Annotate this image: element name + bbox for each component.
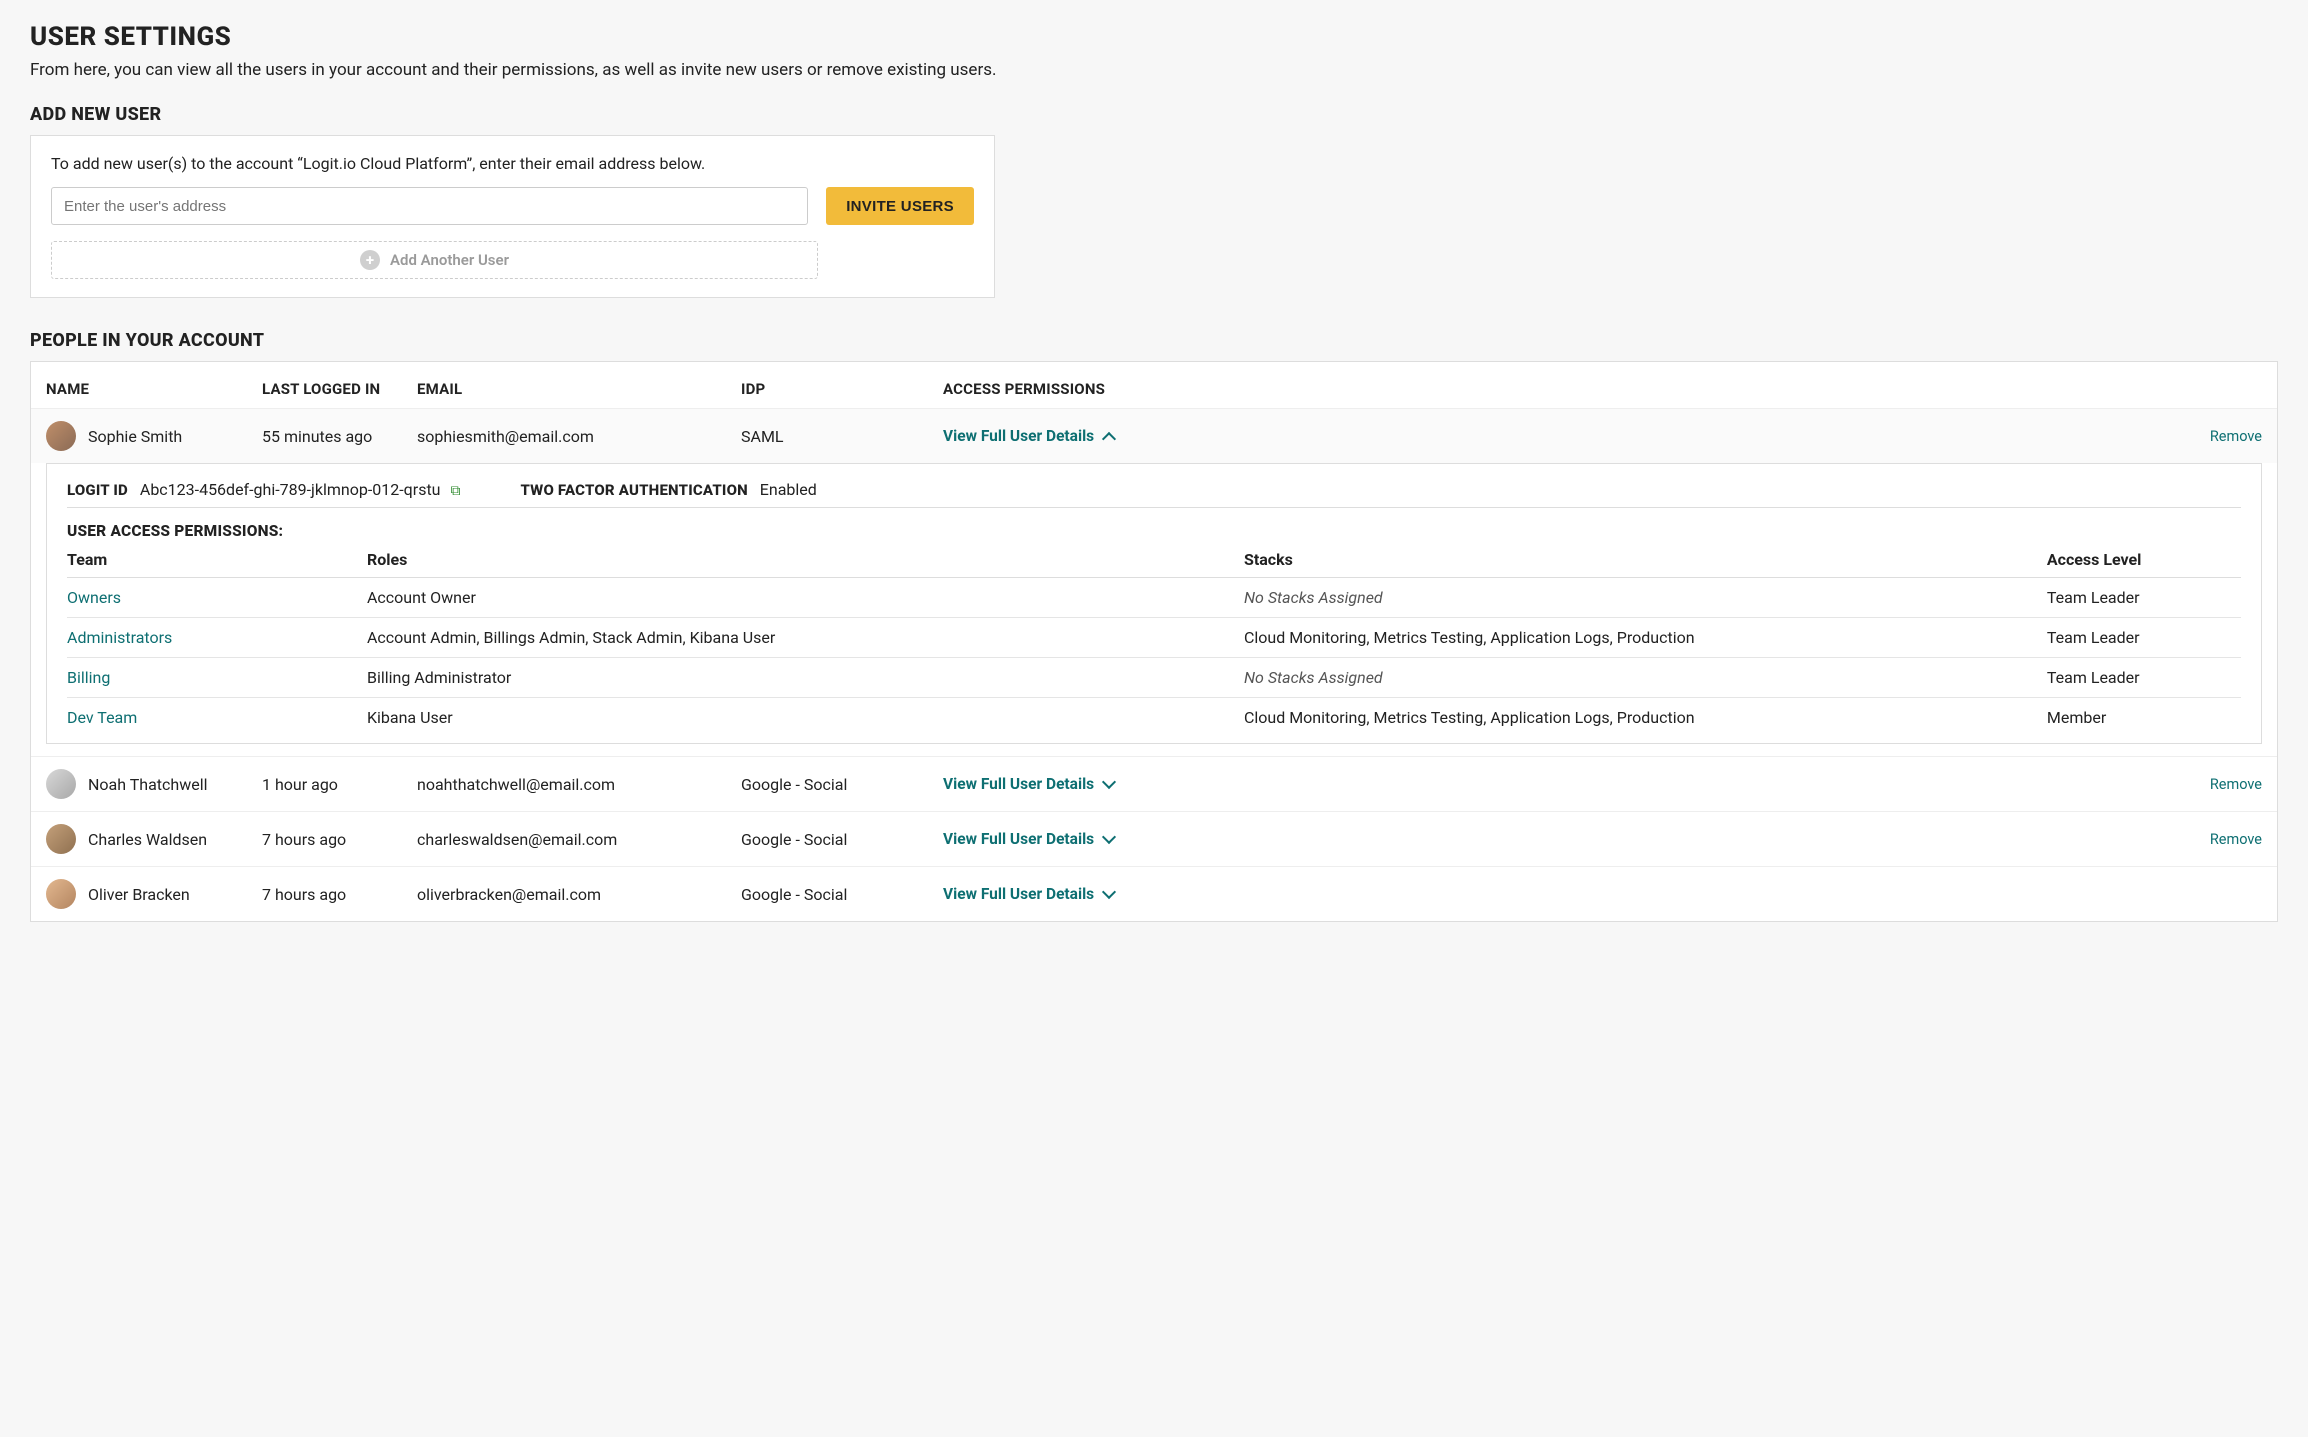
avatar (46, 879, 76, 909)
user-idp: Google - Social (741, 830, 943, 849)
stacks-cell: Cloud Monitoring, Metrics Testing, Appli… (1244, 618, 2047, 658)
roles-cell: Billing Administrator (367, 658, 1244, 698)
user-name: Oliver Bracken (88, 885, 190, 904)
two-fa-value: Enabled (760, 480, 817, 499)
add-user-section-title: ADD NEW USER (30, 104, 2278, 125)
remove-user-link[interactable]: Remove (2142, 428, 2262, 445)
roles-cell: Account Owner (367, 578, 1244, 618)
user-email: charleswaldsen@email.com (417, 830, 741, 849)
user-row: Oliver Bracken 7 hours ago oliverbracken… (31, 866, 2277, 921)
permissions-row: Billing Billing AdministratorNo Stacks As… (67, 658, 2241, 698)
user-idp: Google - Social (741, 885, 943, 904)
user-row: Noah Thatchwell 1 hour ago noahthatchwel… (31, 756, 2277, 811)
access-level-cell: Team Leader (2047, 578, 2241, 618)
add-user-instruction: To add new user(s) to the account “Logit… (51, 154, 974, 173)
chevron-down-icon (1102, 830, 1116, 844)
stacks-cell: No Stacks Assigned (1244, 578, 2047, 618)
chevron-up-icon (1102, 432, 1116, 446)
permissions-row: Owners Account OwnerNo Stacks AssignedTea… (67, 578, 2241, 618)
col-name: NAME (46, 380, 262, 398)
perm-col-team: Team (67, 550, 367, 578)
logit-id-label: LOGIT ID (67, 481, 128, 499)
access-level-cell: Team Leader (2047, 658, 2241, 698)
user-email: sophiesmith@email.com (417, 427, 741, 446)
team-link[interactable]: Owners (67, 588, 121, 607)
user-access-permissions-title: USER ACCESS PERMISSIONS: (67, 522, 2241, 540)
page-description: From here, you can view all the users in… (30, 60, 2278, 80)
permissions-row: Dev Team Kibana UserCloud Monitoring, Met… (67, 698, 2241, 744)
avatar (46, 769, 76, 799)
perm-col-stacks: Stacks (1244, 550, 2047, 578)
invite-users-button[interactable]: INVITE USERS (826, 187, 974, 225)
user-last-logged: 1 hour ago (262, 775, 417, 794)
view-full-details-link[interactable]: View Full User Details (943, 427, 2142, 445)
user-name: Sophie Smith (88, 427, 182, 446)
roles-cell: Account Admin, Billings Admin, Stack Adm… (367, 618, 1244, 658)
stacks-cell: No Stacks Assigned (1244, 658, 2047, 698)
user-last-logged: 55 minutes ago (262, 427, 417, 446)
avatar (46, 824, 76, 854)
people-panel: NAME LAST LOGGED IN EMAIL IDP ACCESS PER… (30, 361, 2278, 922)
roles-cell: Kibana User (367, 698, 1244, 744)
add-user-panel: To add new user(s) to the account “Logit… (30, 135, 995, 298)
email-input[interactable] (51, 187, 808, 225)
user-idp: Google - Social (741, 775, 943, 794)
view-full-details-label: View Full User Details (943, 427, 1094, 445)
col-idp: IDP (741, 380, 943, 398)
col-last-logged: LAST LOGGED IN (262, 380, 417, 398)
view-full-details-label: View Full User Details (943, 830, 1094, 848)
user-row: Charles Waldsen 7 hours ago charleswalds… (31, 811, 2277, 866)
add-another-label: Add Another User (390, 251, 509, 269)
chevron-down-icon (1102, 885, 1116, 899)
avatar (46, 421, 76, 451)
user-idp: SAML (741, 427, 943, 446)
perm-col-roles: Roles (367, 550, 1244, 578)
page-title: USER SETTINGS (30, 22, 2278, 52)
permissions-table: Team Roles Stacks Access Level Owners Acc… (67, 550, 2241, 743)
user-name: Charles Waldsen (88, 830, 207, 849)
copy-icon[interactable]: ⧉ (450, 483, 460, 499)
user-email: noahthatchwell@email.com (417, 775, 741, 794)
permissions-row: Administrators Account Admin, Billings Ad… (67, 618, 2241, 658)
team-link[interactable]: Dev Team (67, 708, 137, 727)
user-last-logged: 7 hours ago (262, 885, 417, 904)
chevron-down-icon (1102, 775, 1116, 789)
access-level-cell: Member (2047, 698, 2241, 744)
view-full-details-label: View Full User Details (943, 885, 1094, 903)
people-section-title: PEOPLE IN YOUR ACCOUNT (30, 330, 2278, 351)
logit-id-value: Abc123-456def-ghi-789-jklmnop-012-qrstu (140, 480, 441, 499)
view-full-details-link[interactable]: View Full User Details (943, 885, 2142, 903)
user-last-logged: 7 hours ago (262, 830, 417, 849)
team-link[interactable]: Billing (67, 668, 110, 687)
add-another-user-button[interactable]: + Add Another User (51, 241, 818, 279)
remove-user-link[interactable]: Remove (2142, 776, 2262, 793)
user-name: Noah Thatchwell (88, 775, 207, 794)
view-full-details-label: View Full User Details (943, 775, 1094, 793)
view-full-details-link[interactable]: View Full User Details (943, 775, 2142, 793)
user-details-panel: LOGIT ID Abc123-456def-ghi-789-jklmnop-0… (46, 463, 2262, 744)
stacks-cell: Cloud Monitoring, Metrics Testing, Appli… (1244, 698, 2047, 744)
perm-col-level: Access Level (2047, 550, 2241, 578)
access-level-cell: Team Leader (2047, 618, 2241, 658)
view-full-details-link[interactable]: View Full User Details (943, 830, 2142, 848)
team-link[interactable]: Administrators (67, 628, 172, 647)
remove-user-link[interactable]: Remove (2142, 831, 2262, 848)
two-fa-label: TWO FACTOR AUTHENTICATION (520, 481, 747, 499)
col-access: ACCESS PERMISSIONS (943, 380, 2142, 398)
user-email: oliverbracken@email.com (417, 885, 741, 904)
col-email: EMAIL (417, 380, 741, 398)
plus-icon: + (360, 250, 380, 270)
user-row: Sophie Smith 55 minutes ago sophiesmith@… (31, 408, 2277, 463)
